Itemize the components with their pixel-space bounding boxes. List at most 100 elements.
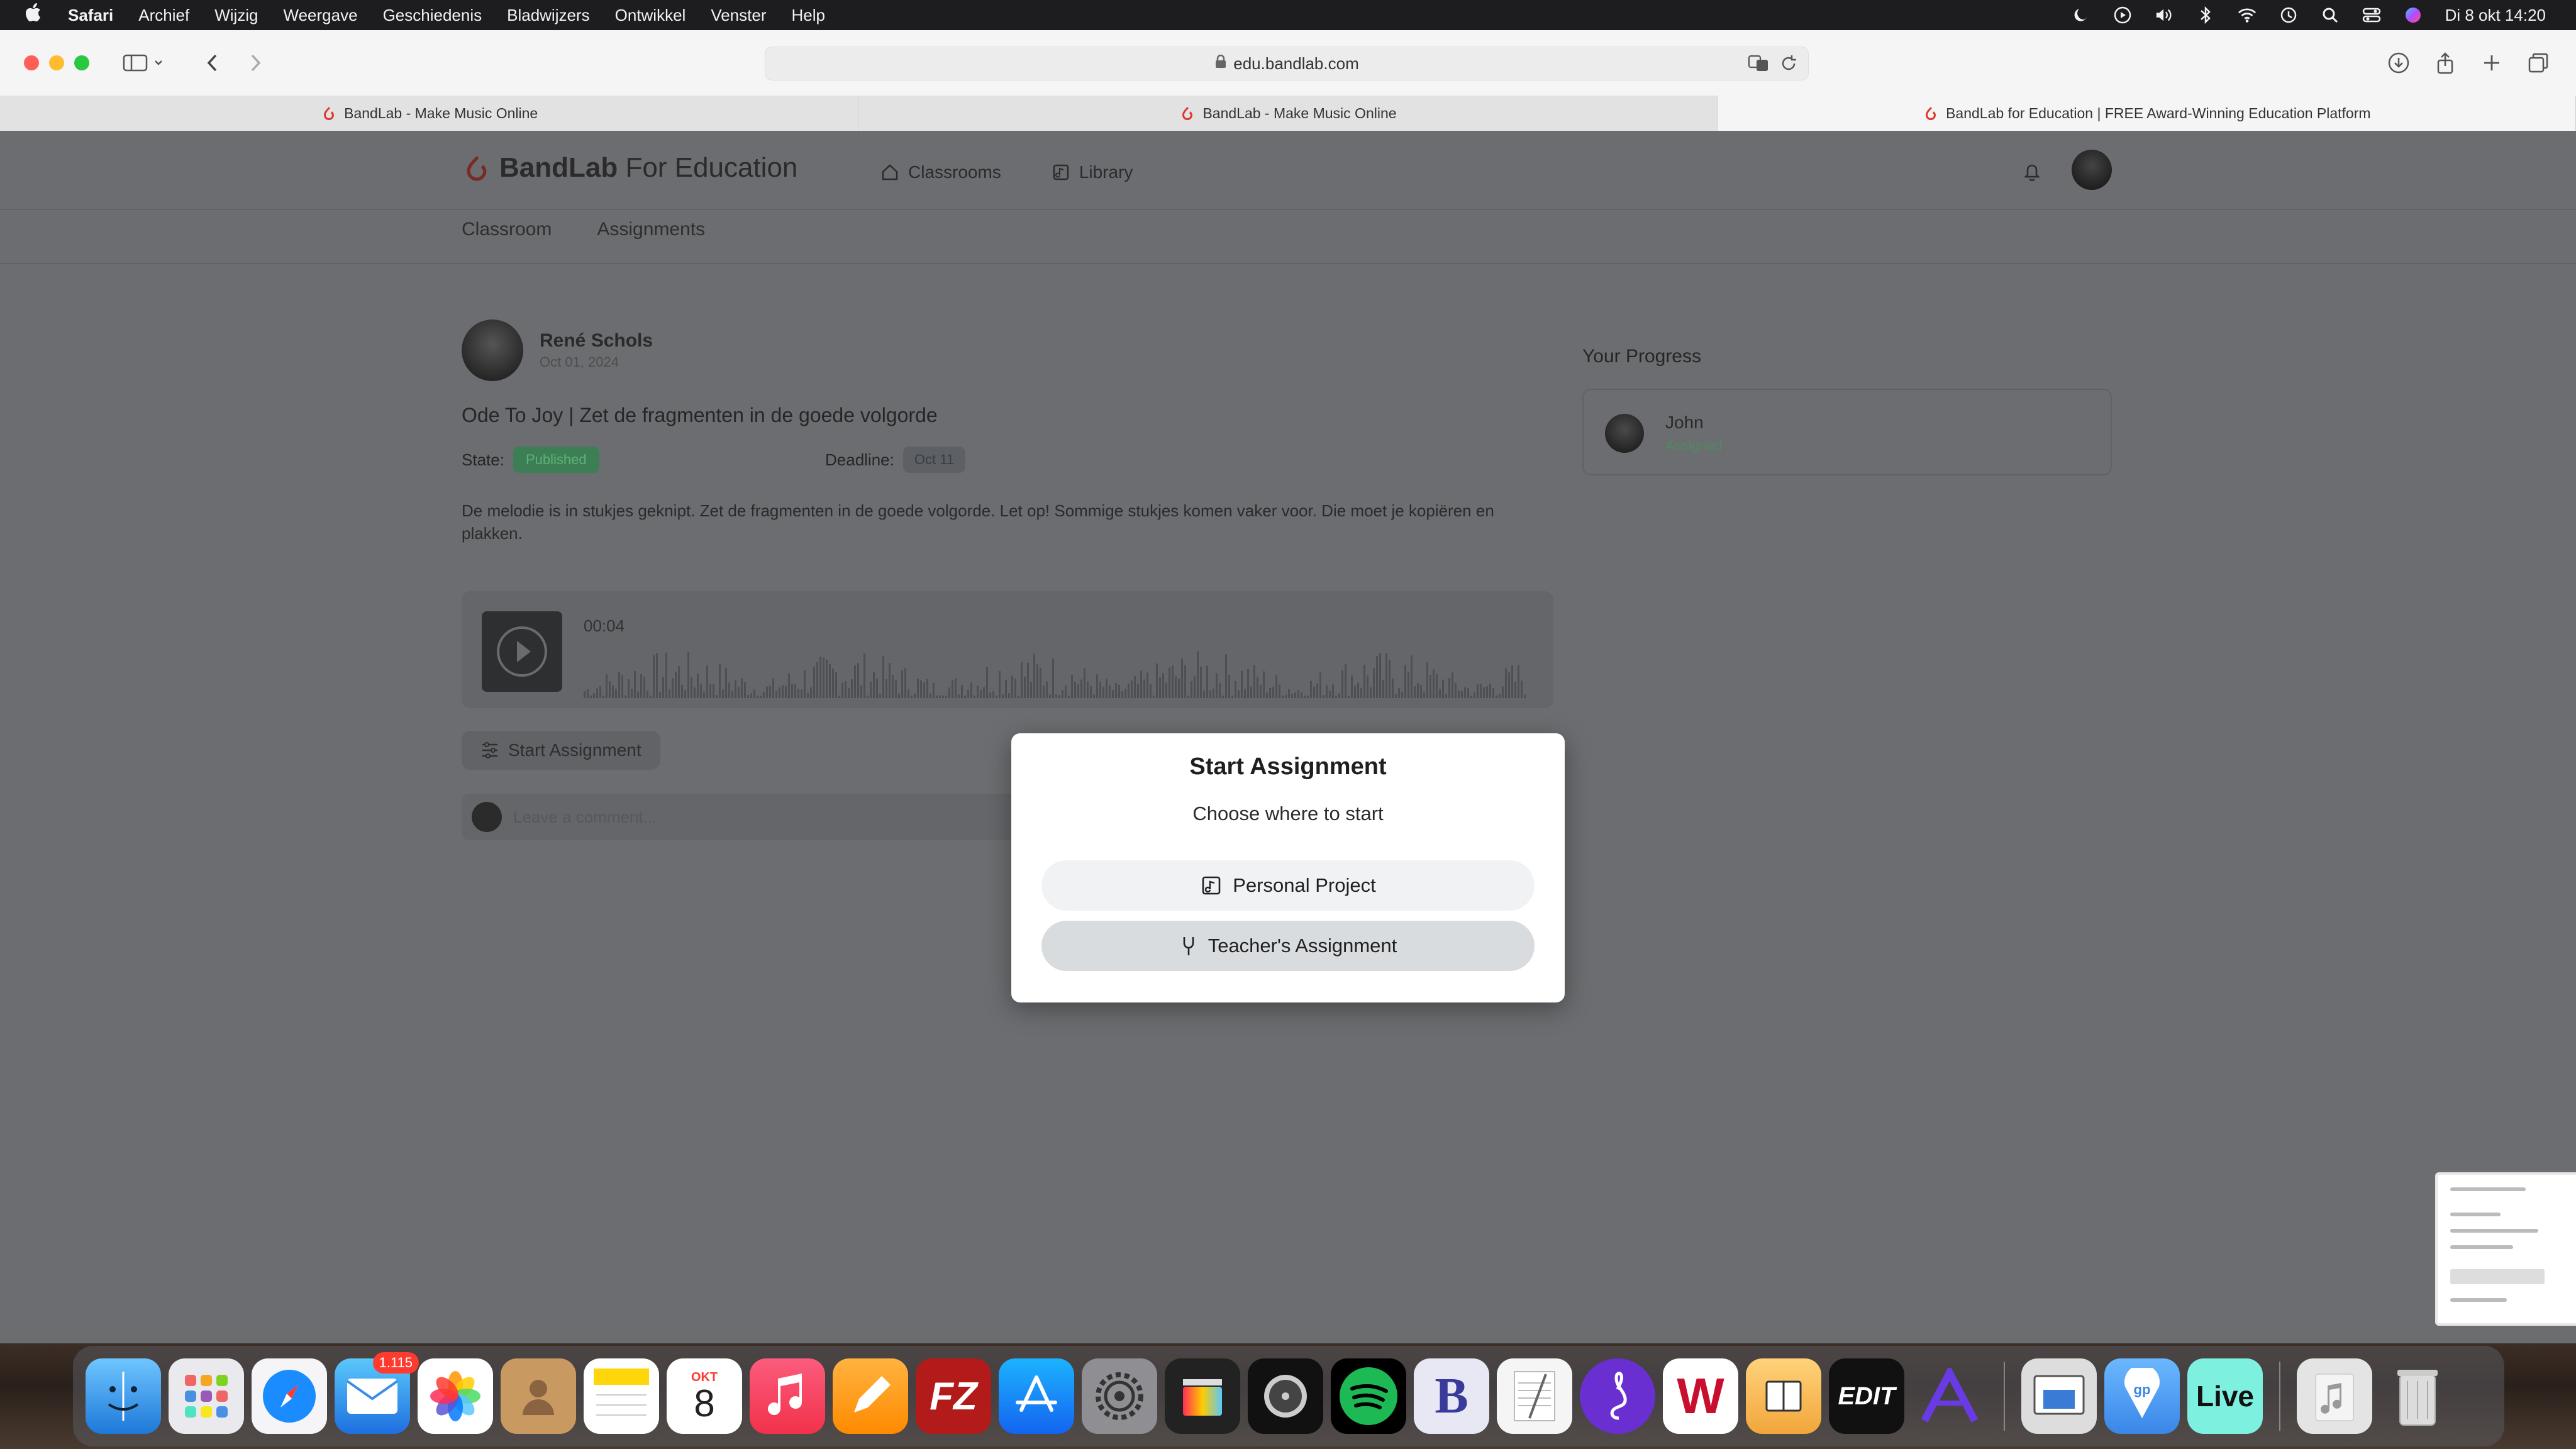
nav-library[interactable]: Library <box>1052 162 1133 182</box>
launchpad-icon[interactable] <box>169 1358 244 1434</box>
menu-app-name[interactable]: Safari <box>68 6 113 25</box>
address-bar[interactable]: edu.bandlab.com <box>765 47 1809 80</box>
window-controls <box>24 55 89 70</box>
mail-icon[interactable]: 1.115 <box>335 1352 419 1434</box>
menu-wijzig[interactable]: Wijzig <box>214 6 258 25</box>
spotify-icon[interactable] <box>1331 1358 1406 1434</box>
site-header: BandLab For Education Classrooms Library <box>0 131 2576 210</box>
downloads-icon[interactable] <box>2385 49 2412 77</box>
teachers-assignment-button[interactable]: Teacher's Assignment <box>1041 921 1535 971</box>
musescore-icon[interactable] <box>1580 1358 1655 1434</box>
waveform[interactable] <box>584 648 1527 698</box>
time-machine-icon[interactable] <box>2279 6 2298 25</box>
screenshot-thumbnail[interactable] <box>2435 1172 2576 1326</box>
app-store-icon[interactable] <box>999 1358 1074 1434</box>
back-arrow-icon[interactable] <box>199 49 226 77</box>
nav-classrooms-label: Classrooms <box>908 162 1001 182</box>
menu-venster[interactable]: Venster <box>711 6 766 25</box>
tab-overview-icon[interactable] <box>2524 49 2552 77</box>
player-time: 00:04 <box>584 616 625 635</box>
volume-icon[interactable] <box>2155 6 2174 25</box>
menubar-clock[interactable]: Di 8 okt 14:20 <box>2445 6 2546 25</box>
browser-tab-1[interactable]: BandLab - Make Music Online <box>0 96 859 131</box>
moon-icon[interactable] <box>2072 6 2090 25</box>
trash-icon[interactable] <box>2380 1358 2455 1434</box>
guitar-pro-icon[interactable]: gp <box>2104 1358 2180 1434</box>
new-tab-icon[interactable] <box>2478 49 2506 77</box>
x32-edit-icon[interactable]: EDIT <box>1829 1358 1904 1434</box>
logo-bold-text: BandLab <box>499 152 618 183</box>
textedit-icon[interactable] <box>1497 1358 1572 1434</box>
bbedit-icon[interactable]: B <box>1414 1358 1489 1434</box>
music-icon[interactable] <box>750 1358 825 1434</box>
personal-project-button[interactable]: Personal Project <box>1041 860 1535 911</box>
menu-bladwijzers[interactable]: Bladwijzers <box>507 6 590 25</box>
minimize-window-button[interactable] <box>49 55 64 70</box>
subnav-assignments[interactable]: Assignments <box>597 219 705 240</box>
browser-tab-3-active[interactable]: BandLab for Education | FREE Award-Winni… <box>1717 96 2576 131</box>
contacts-icon[interactable] <box>501 1358 576 1434</box>
start-assignment-button[interactable]: Start Assignment <box>462 731 660 770</box>
menu-geschiedenis[interactable]: Geschiedenis <box>383 6 482 25</box>
project-icon <box>1202 876 1221 895</box>
play-button[interactable] <box>482 611 562 692</box>
progress-title: Your Progress <box>1582 346 1701 367</box>
pages-icon[interactable] <box>833 1358 908 1434</box>
browser-tab-2[interactable]: BandLab - Make Music Online <box>858 96 1718 131</box>
start-assignment-modal: Start Assignment Choose where to start P… <box>1011 733 1565 1002</box>
page-content: BandLab For Education Classrooms Library… <box>0 131 2576 1343</box>
safari-window: edu.bandlab.com BandLab - Make Music Onl… <box>0 30 2576 1343</box>
spotlight-search-icon[interactable] <box>2321 6 2340 25</box>
forward-arrow-icon[interactable] <box>242 49 269 77</box>
wifi-icon[interactable] <box>2238 6 2257 25</box>
close-window-button[interactable] <box>24 55 39 70</box>
home-icon <box>882 164 898 180</box>
photos-icon[interactable] <box>418 1358 493 1434</box>
translate-icon[interactable] <box>1748 53 1770 78</box>
apple-menu-icon[interactable] <box>25 3 43 28</box>
assignment-state: State: Published <box>462 447 599 473</box>
reload-icon[interactable] <box>1779 53 1798 78</box>
music-folder-icon[interactable] <box>2297 1358 2372 1434</box>
menu-weergave[interactable]: Weergave <box>284 6 358 25</box>
notes-icon[interactable] <box>584 1358 659 1434</box>
control-center-icon[interactable] <box>2362 6 2381 25</box>
bandlab-education-logo[interactable]: BandLab For Education <box>462 152 797 184</box>
calendar-icon[interactable]: OKT 8 <box>667 1358 742 1434</box>
author-avatar[interactable] <box>462 319 523 381</box>
subnav-divider <box>0 263 2576 264</box>
author-name[interactable]: René Schols <box>540 330 653 352</box>
filezilla-icon[interactable]: FZ <box>916 1358 991 1434</box>
word-w-icon[interactable]: W <box>1663 1358 1738 1434</box>
bluetooth-icon[interactable] <box>2196 6 2215 25</box>
subnav-classroom[interactable]: Classroom <box>462 219 552 240</box>
siri-icon[interactable] <box>2404 6 2423 25</box>
progress-card[interactable]: John Assigned <box>1582 389 2112 475</box>
final-cut-pro-icon[interactable] <box>1165 1358 1240 1434</box>
dock-separator <box>2004 1362 2005 1431</box>
system-settings-icon[interactable] <box>1082 1358 1157 1434</box>
avid-icon[interactable] <box>1912 1358 1987 1434</box>
nav-classrooms[interactable]: Classrooms <box>880 162 1001 182</box>
library-icon <box>1053 164 1069 180</box>
finder-icon[interactable] <box>86 1358 161 1434</box>
state-badge: Published <box>513 447 599 473</box>
menu-ontwikkel[interactable]: Ontwikkel <box>615 6 686 25</box>
preview-icon[interactable] <box>2021 1358 2097 1434</box>
bandlab-favicon-icon <box>1926 107 1936 120</box>
menu-help[interactable]: Help <box>791 6 824 25</box>
fullscreen-window-button[interactable] <box>74 55 89 70</box>
ableton-live-icon[interactable]: Live <box>2187 1358 2263 1434</box>
sidebar-toggle-icon[interactable] <box>119 49 170 77</box>
macos-dock: 1.115 OKT 8 FZ B W EDIT gp Live <box>73 1346 2504 1446</box>
user-avatar[interactable] <box>2072 150 2112 190</box>
safari-icon[interactable] <box>252 1358 327 1434</box>
logic-pro-icon[interactable] <box>1248 1358 1323 1434</box>
menu-archief[interactable]: Archief <box>138 6 189 25</box>
assignment-author: René Schols Oct 01, 2024 <box>462 319 653 381</box>
dictionary-icon[interactable] <box>1746 1358 1821 1434</box>
notifications-bell-icon[interactable] <box>2023 161 2041 184</box>
bandlab-logo-icon <box>467 156 487 181</box>
play-status-icon[interactable] <box>2113 6 2132 25</box>
share-icon[interactable] <box>2431 49 2459 77</box>
